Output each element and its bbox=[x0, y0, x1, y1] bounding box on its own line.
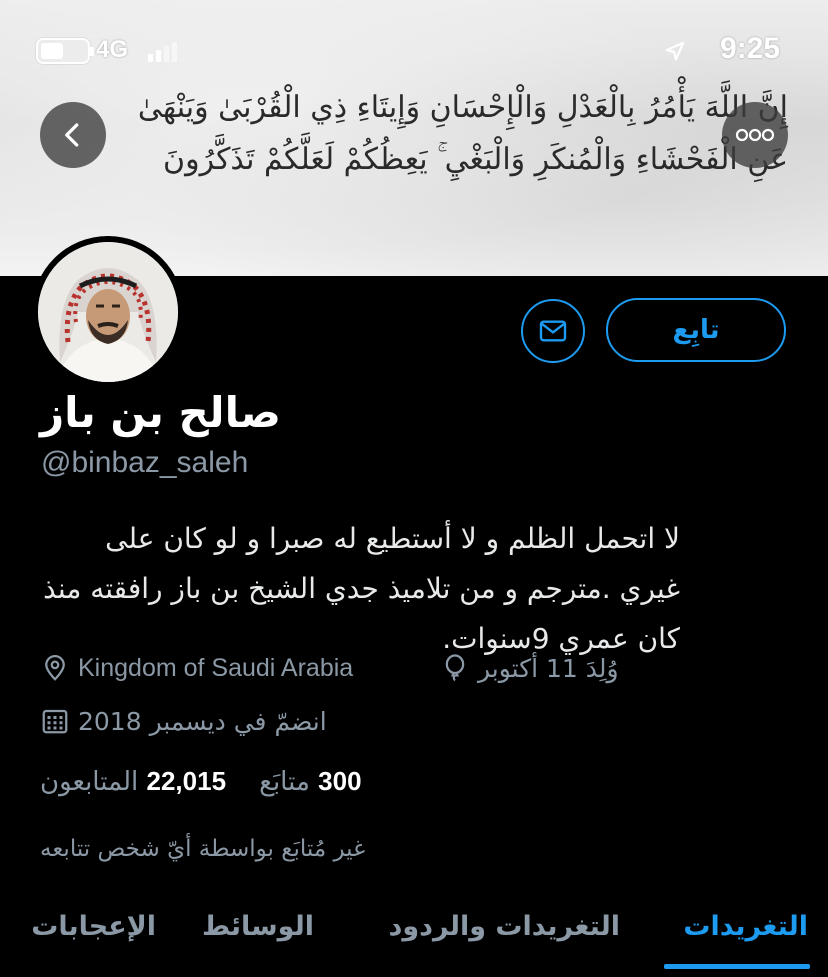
bio-line-1: لا اتحمل الظلم و لا أستطيع له صبرا و لو … bbox=[105, 522, 680, 555]
tab-media[interactable]: الوسائط bbox=[202, 896, 314, 956]
tab-tweets[interactable]: التغريدات bbox=[683, 896, 808, 956]
bio-line-2: غيري .مترجم و من تلاميذ جدي الشيخ بن باز… bbox=[43, 572, 680, 605]
active-tab-indicator bbox=[664, 964, 810, 969]
location-text: Kingdom of Saudi Arabia bbox=[78, 653, 354, 682]
network-label: 4G bbox=[96, 36, 129, 63]
back-chevron-icon bbox=[65, 123, 79, 147]
avatar[interactable] bbox=[32, 236, 184, 388]
more-options-button[interactable] bbox=[722, 102, 788, 168]
followers-count: 22,015 bbox=[146, 766, 227, 796]
signal-icon bbox=[148, 40, 178, 62]
map-pin-icon bbox=[45, 655, 65, 681]
followers-label: المتابعون bbox=[40, 767, 139, 797]
following-link[interactable]: 300 متابَع bbox=[251, 766, 362, 797]
tab-likes[interactable]: الإعجابات bbox=[31, 896, 156, 956]
joined-item: انضمّ في ديسمبر 2018 bbox=[40, 706, 327, 736]
location-arrow-icon bbox=[665, 41, 685, 61]
location-item: Kingdom of Saudi Arabia bbox=[40, 653, 353, 683]
back-button[interactable] bbox=[40, 102, 106, 168]
more-dots-icon bbox=[735, 128, 775, 142]
tab-tweets-replies[interactable]: التغريدات والردود bbox=[389, 896, 620, 956]
banner-verse-line-1: إِنَّ اللَّهَ يَأْمُرُ بِالْعَدْلِ وَالْ… bbox=[137, 90, 788, 125]
follow-button[interactable]: تابِع bbox=[606, 298, 786, 362]
birthday-item: وُلِدَ 11 أكتوبر bbox=[440, 653, 619, 683]
balloon-icon bbox=[445, 654, 465, 682]
following-count: 300 bbox=[318, 766, 362, 796]
profile-tabs: التغريدات التغريدات والردود الوسائط الإع… bbox=[0, 896, 828, 977]
profile-name: صالح بن باز bbox=[40, 388, 281, 437]
message-button[interactable] bbox=[521, 299, 585, 363]
banner-verse-line-2: عَنِ الْفَحْشَاءِ وَالْمُنكَرِ وَالْبَغْ… bbox=[163, 142, 788, 177]
joined-text: انضمّ في ديسمبر 2018 bbox=[78, 706, 327, 736]
battery-icon bbox=[36, 38, 94, 64]
not-followed-notice: غير مُتابَع بواسطة أيّ شخص تتابعه bbox=[40, 836, 366, 862]
birthday-text: وُلِدَ 11 أكتوبر bbox=[478, 653, 619, 683]
avatar-image bbox=[38, 242, 178, 382]
status-bar: 4G 9:25 bbox=[0, 30, 828, 70]
status-time: 9:25 bbox=[719, 32, 780, 65]
profile-handle: @binbaz_saleh bbox=[41, 446, 249, 479]
profile-bio: لا اتحمل الظلم و لا أستطيع له صبرا و لو … bbox=[40, 514, 680, 664]
banner-verse: إِنَّ اللَّهَ يَأْمُرُ بِالْعَدْلِ وَالْ… bbox=[90, 82, 788, 186]
follow-counts: 300 متابَع 22,015 المتابعون bbox=[40, 766, 420, 797]
calendar-icon bbox=[42, 709, 68, 734]
followers-link[interactable]: 22,015 المتابعون bbox=[40, 766, 227, 797]
mail-icon bbox=[539, 320, 567, 342]
following-label: متابَع bbox=[259, 767, 310, 797]
